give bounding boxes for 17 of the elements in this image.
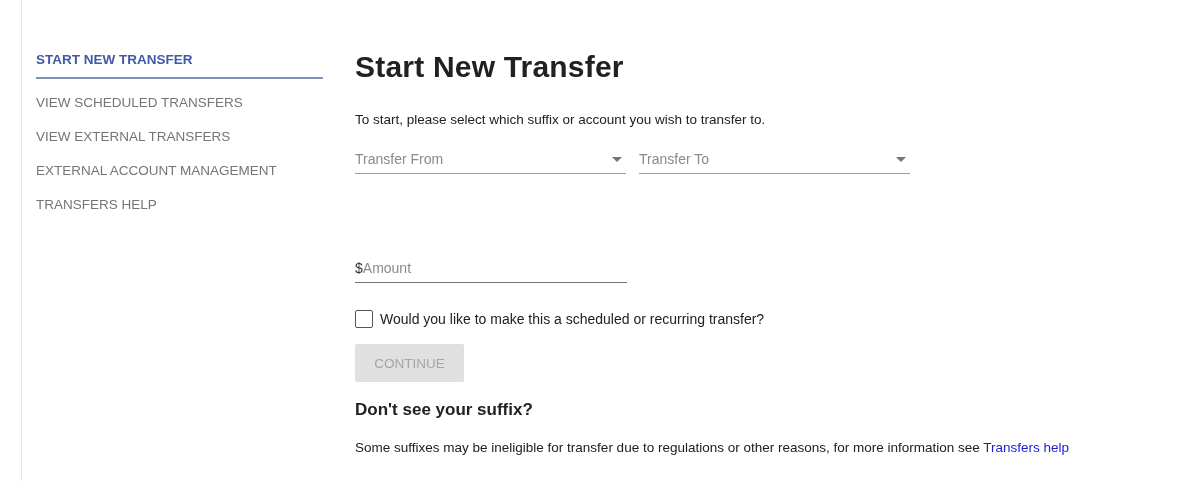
sidebar-item[interactable]: TRANSFERS HELP: [36, 189, 323, 223]
sidebar-item[interactable]: VIEW SCHEDULED TRANSFERS: [36, 87, 323, 121]
help-text: Some suffixes may be ineligible for transfer due to regulations or other reasons, for more information see Transfers help: [355, 440, 1070, 455]
dropdown-field[interactable]: Transfer From: [355, 145, 626, 174]
caret-icon: [612, 156, 622, 162]
sidebar-item[interactable]: EXTERNAL ACCOUNT MANAGEMENT: [36, 155, 323, 189]
checkbox[interactable]: [355, 310, 373, 328]
sidebar-item[interactable]: START NEW TRANSFER: [36, 44, 323, 79]
instruction-text: To start, please select which suffix or account you wish to transfer to.: [355, 112, 767, 127]
transfers-help-link[interactable]: Transfers help: [983, 440, 1070, 455]
dropdown-field[interactable]: Transfer To: [639, 145, 910, 174]
help-heading: Don't see your suffix?: [355, 400, 534, 420]
amount-field[interactable]: $Amount: [355, 254, 627, 283]
checkbox-label: Would you like to make this a scheduled or recurring transfer?: [380, 311, 765, 327]
caret-icon: [896, 156, 906, 162]
sidebar-item[interactable]: VIEW EXTERNAL TRANSFERS: [36, 121, 323, 155]
page-title: Start New Transfer: [355, 50, 625, 84]
